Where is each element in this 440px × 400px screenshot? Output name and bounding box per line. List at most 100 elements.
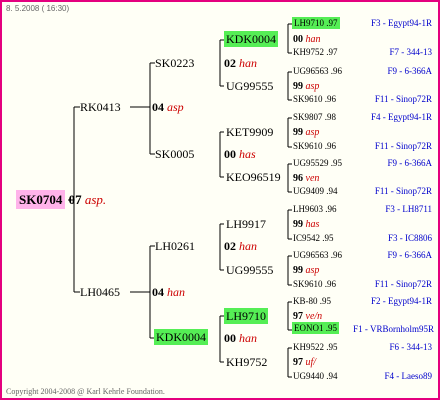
gen4-id[interactable]: SK9807 .98 — [293, 113, 336, 122]
gen2-num: 00 — [224, 331, 236, 345]
gen2-mating: 02 han — [224, 240, 257, 252]
gen4-origin: F11 - Sinop72R — [374, 186, 432, 196]
gen2-num: 02 — [224, 56, 236, 70]
root-entry[interactable]: SK0704 07 asp. — [16, 190, 107, 209]
gen3-id[interactable]: KET9909 — [226, 126, 273, 138]
gen3-id[interactable]: KEO96519 — [226, 171, 281, 183]
gen3-num: 99 — [293, 127, 303, 138]
gen4-origin: F9 - 6-366A — [387, 66, 433, 76]
gen4-id[interactable]: SK9610 .96 — [293, 280, 336, 289]
gen3-num: 99 — [293, 81, 303, 92]
gen3-mate: ve/n — [305, 311, 323, 322]
print-date: 8. 5.2008 ( 16:30) — [6, 4, 70, 13]
root-num: 07 — [68, 192, 82, 207]
gen4-origin: F3 - Egypt94-1R — [370, 18, 432, 28]
gen4-id[interactable]: UG96563 .96 — [293, 251, 342, 260]
gen4-origin: F4 - Egypt94-1R — [370, 112, 432, 122]
gen3-num: 99 — [293, 219, 303, 230]
gen2-id-label: KDK0004 — [154, 329, 208, 345]
gen4-origin: F3 - LH8711 — [385, 204, 432, 214]
gen1-mating: 04 han — [152, 286, 185, 298]
gen3-num: 97 — [293, 357, 303, 368]
gen2-mate: han — [239, 239, 257, 253]
gen4-id[interactable]: UG95529 .95 — [293, 159, 342, 168]
gen3-id[interactable]: UG99555 — [226, 264, 273, 276]
gen3-mating: 96 ven — [293, 174, 319, 184]
gen4-id[interactable]: UG9409 .94 — [293, 187, 338, 196]
gen3-id[interactable]: KDK0004 — [224, 31, 278, 47]
gen3-mating: 99 asp — [293, 82, 319, 92]
gen3-mate: asp — [305, 265, 320, 276]
gen3-num: 96 — [293, 173, 303, 184]
gen4-origin: F6 - 344-13 — [389, 342, 433, 352]
gen4-origin: F11 - Sinop72R — [374, 94, 432, 104]
gen4-id[interactable]: IC9542 .95 — [293, 234, 334, 243]
gen1-id[interactable]: LH0465 — [80, 286, 120, 298]
pedigree-chart: 8. 5.2008 ( 16:30) Copyright 2004-2008 @… — [0, 0, 440, 400]
gen1-id[interactable]: RK0413 — [80, 101, 121, 113]
gen2-mate: han — [239, 331, 257, 345]
gen4-id[interactable]: KH9752 .97 — [293, 48, 338, 57]
gen2-id[interactable]: LH0261 — [155, 240, 195, 252]
gen4-id-label: EONO1 .95 — [292, 322, 339, 334]
gen3-mating: 99 has — [293, 220, 319, 230]
gen3-mating: 99 asp — [293, 266, 319, 276]
gen4-origin: F7 - 344-13 — [389, 47, 433, 57]
gen4-id[interactable]: SK9610 .96 — [293, 95, 336, 104]
gen3-id-label: KDK0004 — [224, 31, 278, 47]
gen2-id[interactable]: KDK0004 — [154, 329, 208, 345]
gen4-id[interactable]: SK9610 .96 — [293, 142, 336, 151]
gen4-origin: F2 - Egypt94-1R — [370, 296, 432, 306]
gen4-id-label: LH9710 .97 — [292, 17, 340, 29]
gen2-mate: han — [239, 56, 257, 70]
gen3-mate: asp — [305, 127, 320, 138]
gen3-mating: 97 ve/n — [293, 312, 322, 322]
copyright: Copyright 2004-2008 @ Karl Kehrle Founda… — [6, 387, 165, 396]
gen3-id[interactable]: KH9752 — [226, 356, 267, 368]
gen2-mating: 00 has — [224, 148, 256, 160]
gen1-mating: 04 asp — [152, 101, 184, 113]
gen4-origin: F4 - Laeso89 — [384, 371, 433, 381]
gen3-mating: 97 uf/ — [293, 358, 316, 368]
gen3-num: 97 — [293, 311, 303, 322]
gen3-mate: han — [305, 34, 321, 45]
gen1-mate: asp — [167, 100, 184, 114]
gen2-num: 00 — [224, 147, 236, 161]
gen3-mating: 99 asp — [293, 128, 319, 138]
gen3-mating: 00 han — [293, 35, 321, 45]
gen4-origin: F9 - 6-366A — [387, 158, 433, 168]
gen4-origin: F9 - 6-366A — [387, 250, 433, 260]
gen3-mate: has — [305, 219, 320, 230]
gen4-id[interactable]: KH9522 .95 — [293, 343, 338, 352]
gen2-id[interactable]: SK0223 — [155, 57, 194, 69]
gen4-id[interactable]: KB-80 .95 — [293, 297, 331, 306]
gen2-id[interactable]: SK0005 — [155, 148, 194, 160]
gen3-mate: uf/ — [305, 357, 317, 368]
gen3-num: 00 — [293, 34, 303, 45]
gen3-id-label: LH9710 — [224, 308, 268, 324]
gen4-origin: F1 - VRBornholm95R — [353, 324, 434, 334]
gen2-mate: has — [239, 147, 256, 161]
gen1-num: 04 — [152, 100, 164, 114]
gen3-id[interactable]: LH9917 — [226, 218, 266, 230]
gen4-origin: F3 - IC8806 — [387, 233, 432, 243]
root-mate: asp. — [84, 192, 107, 207]
gen2-mating: 00 han — [224, 332, 257, 344]
gen2-mating: 02 han — [224, 57, 257, 69]
gen3-id[interactable]: LH9710 — [224, 308, 268, 324]
gen4-id[interactable]: UG9440 .94 — [293, 372, 338, 381]
gen4-id[interactable]: LH9710 .97 — [292, 17, 340, 29]
gen1-num: 04 — [152, 285, 164, 299]
gen4-id[interactable]: LH9603 .96 — [293, 205, 337, 214]
gen3-id[interactable]: UG99555 — [226, 80, 273, 92]
gen4-id[interactable]: EONO1 .95 — [292, 322, 339, 334]
gen4-id[interactable]: UG96563 .96 — [293, 67, 342, 76]
gen4-origin: F11 - Sinop72R — [374, 141, 432, 151]
gen4-origin: F11 - Sinop72R — [374, 279, 432, 289]
gen3-mate: asp — [305, 81, 320, 92]
gen2-num: 02 — [224, 239, 236, 253]
gen3-num: 99 — [293, 265, 303, 276]
gen1-mate: han — [167, 285, 185, 299]
gen3-mate: ven — [305, 173, 320, 184]
root-id: SK0704 — [16, 190, 66, 209]
